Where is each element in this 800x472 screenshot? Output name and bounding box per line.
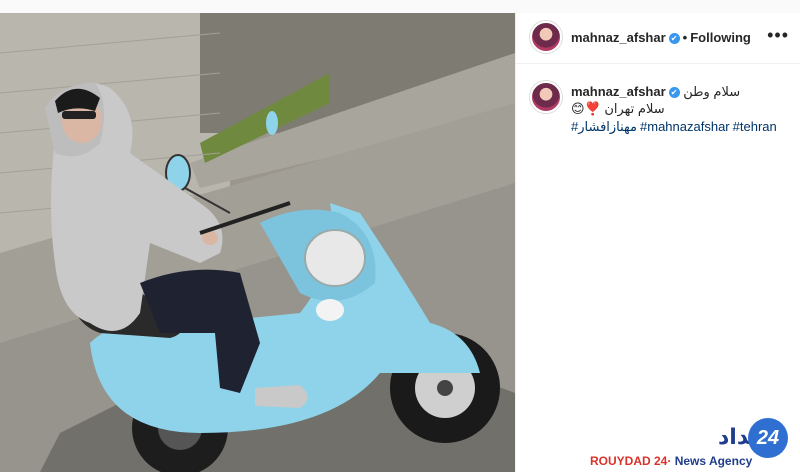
post-photo[interactable] — [0, 13, 515, 472]
news-agency-watermark: رویداد 24 ROUYDAD 24· News Agency — [590, 418, 800, 472]
caption-username-link[interactable]: mahnaz_afshar — [571, 84, 666, 99]
instagram-post-frame: mahnaz_afshar ✔ • Following ••• mahnaz_afsh… — [0, 0, 800, 472]
hashtag-link[interactable]: #مهنازافشار — [571, 119, 637, 134]
following-button[interactable]: Following — [690, 30, 751, 45]
watermark-subtitle: News Agency — [674, 454, 753, 468]
profile-avatar[interactable] — [530, 21, 562, 53]
watermark-separator: · — [667, 454, 672, 468]
hashtag-link[interactable]: #tehran — [733, 119, 777, 134]
hashtag-list: #مهنازافشار #mahnazafshar #tehran — [571, 118, 791, 135]
post-side-panel: mahnaz_afshar ✔ • Following ••• mahnaz_afsh… — [515, 13, 800, 472]
verified-badge-icon: ✔ — [668, 87, 680, 99]
verified-badge-icon: ✔ — [668, 33, 680, 45]
photo-illustration — [0, 13, 515, 472]
post-username-row: mahnaz_afshar ✔ • Following — [571, 30, 751, 45]
caption-text: mahnaz_afshar ✔ سلام وطن سلام تهران ❣️😊 #… — [571, 83, 791, 135]
watermark-text: ROUYDAD 24· News Agency — [590, 454, 752, 468]
caption-line-1: سلام وطن — [683, 84, 741, 99]
more-options-icon[interactable]: ••• — [767, 25, 789, 46]
caption-line-2: سلام تهران ❣️😊 — [571, 101, 665, 116]
hashtag-link[interactable]: #mahnazafshar — [640, 119, 730, 134]
watermark-logo-number: 24 — [748, 418, 788, 458]
separator-dot: • — [682, 30, 688, 45]
caption-avatar[interactable] — [530, 81, 562, 113]
username-link[interactable]: mahnaz_afshar — [571, 30, 666, 45]
watermark-brand: ROUYDAD 24 — [590, 454, 668, 468]
post-header: mahnaz_afshar ✔ • Following ••• — [516, 13, 800, 64]
